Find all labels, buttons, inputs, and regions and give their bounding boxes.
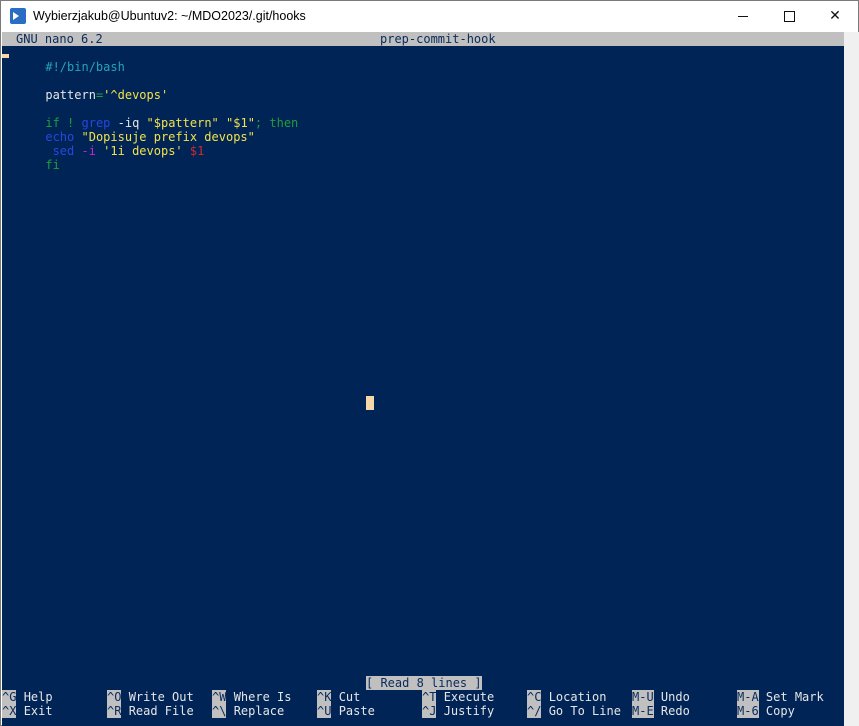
window-controls: ✕ — [720, 1, 858, 31]
close-button[interactable]: ✕ — [812, 1, 858, 31]
shortcut-label: Redo — [660, 704, 690, 718]
kw-then: ; then — [254, 116, 299, 130]
code-line-8[interactable]: fi — [2, 144, 59, 172]
shortcut-label: Undo — [660, 690, 690, 704]
sed-target: $1 — [182, 144, 205, 158]
shortcut-key: ^W — [212, 690, 227, 704]
nano-version: GNU nano 6.2 — [16, 32, 103, 46]
shortcut-label: Set Mark — [765, 690, 824, 704]
shortcut-key: ^J — [422, 704, 437, 718]
shortcut-key: ^\ — [212, 704, 227, 718]
window-title: Wybierzjakub@Ubuntuv2: ~/MDO2023/.git/ho… — [33, 9, 306, 23]
shortcut-key: ^O — [107, 690, 122, 704]
terminal-window: Wybierzjakub@Ubuntuv2: ~/MDO2023/.git/ho… — [0, 0, 859, 726]
sed-flag: -i — [74, 144, 96, 158]
shortcut-location[interactable]: ^C Location — [527, 690, 606, 704]
shortcut-label: Execute — [443, 690, 495, 704]
kw-fi: fi — [45, 158, 60, 172]
vertical-scrollbar[interactable] — [844, 32, 859, 726]
shortcut-copy[interactable]: M-6 Copy — [737, 704, 795, 718]
shortcut-label: Help — [23, 690, 53, 704]
code-line-3[interactable]: pattern='^devops' — [2, 74, 168, 102]
maximize-icon — [783, 10, 795, 22]
shortcut-key: ^G — [2, 690, 17, 704]
line-cursor — [2, 54, 9, 58]
code-line-6[interactable]: echo "Dopisuje prefix devops" — [2, 116, 255, 144]
shortcut-key: ^T — [422, 690, 437, 704]
terminal-area[interactable]: GNU nano 6.2 prep-commit-hook #!/bin/bas… — [2, 32, 844, 726]
file-name: prep-commit-hook — [380, 32, 496, 46]
var-value: '^devops' — [103, 88, 169, 102]
shebang: #!/bin/bash — [45, 60, 125, 74]
shortcut-label: Replace — [233, 704, 285, 718]
shortcut-label: Justify — [443, 704, 495, 718]
shortcut-key: M-U — [632, 690, 654, 704]
code-line-7[interactable]: sed -i '1i devops' $1 — [2, 130, 205, 158]
mouse-cursor-block — [366, 396, 374, 410]
shortcut-justify[interactable]: ^J Justify — [422, 704, 494, 718]
shortcut-go-to-line[interactable]: ^/ Go To Line — [527, 704, 621, 718]
shortcut-replace[interactable]: ^\ Replace — [212, 704, 284, 718]
shortcut-write-out[interactable]: ^O Write Out — [107, 690, 194, 704]
code-line-5[interactable]: if ! grep -iq "$pattern" "$1"; then — [2, 102, 298, 130]
shortcut-where-is[interactable]: ^W Where Is — [212, 690, 291, 704]
shortcut-key: ^U — [317, 704, 332, 718]
shortcut-redo[interactable]: M-E Redo — [632, 704, 690, 718]
shortcut-label: Where Is — [233, 690, 292, 704]
shortcut-label: Exit — [23, 704, 53, 718]
shortcut-key: ^/ — [527, 704, 542, 718]
shortcut-key: ^C — [527, 690, 542, 704]
sed-script: '1i devops' — [95, 144, 183, 158]
shortcut-undo[interactable]: M-U Undo — [632, 690, 690, 704]
title-bar[interactable]: Wybierzjakub@Ubuntuv2: ~/MDO2023/.git/ho… — [1, 1, 858, 31]
shortcut-label: Read File — [128, 704, 194, 718]
shortcut-key: M-A — [737, 690, 759, 704]
shortcut-label: Cut — [338, 690, 361, 704]
shortcut-set-mark[interactable]: M-A Set Mark — [737, 690, 824, 704]
shortcut-label: Location — [548, 690, 607, 704]
minimize-button[interactable] — [720, 1, 766, 31]
var-name: pattern — [45, 88, 96, 102]
code-line-1[interactable]: #!/bin/bash — [2, 46, 124, 74]
nano-header: GNU nano 6.2 prep-commit-hook — [2, 32, 844, 46]
powershell-icon — [10, 8, 26, 24]
shortcut-key: M-6 — [737, 704, 759, 718]
shortcut-help[interactable]: ^G Help — [2, 690, 53, 704]
shortcut-exit[interactable]: ^X Exit — [2, 704, 53, 718]
shortcut-read-file[interactable]: ^R Read File — [107, 704, 194, 718]
maximize-button[interactable] — [766, 1, 812, 31]
shortcut-label: Copy — [765, 704, 795, 718]
shortcut-key: ^X — [2, 704, 17, 718]
shortcut-label: Write Out — [128, 690, 194, 704]
shortcut-key: M-E — [632, 704, 654, 718]
status-message: [ Read 8 lines ] — [366, 676, 482, 690]
shortcut-key: ^R — [107, 704, 122, 718]
shortcut-execute[interactable]: ^T Execute — [422, 690, 494, 704]
shortcut-label: Paste — [338, 704, 375, 718]
minimize-icon — [738, 15, 748, 17]
shortcut-paste[interactable]: ^U Paste — [317, 704, 375, 718]
shortcut-cut[interactable]: ^K Cut — [317, 690, 360, 704]
shortcut-key: ^K — [317, 690, 332, 704]
close-icon: ✕ — [829, 8, 841, 24]
shortcut-label: Go To Line — [548, 704, 621, 718]
